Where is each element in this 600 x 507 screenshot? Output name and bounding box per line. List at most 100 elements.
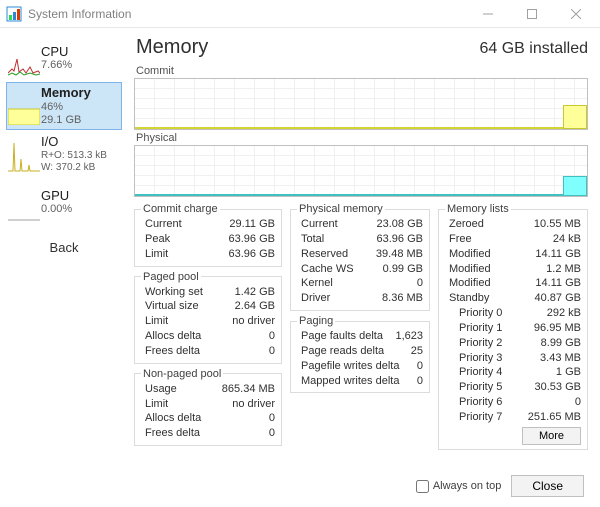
maximize-button[interactable] xyxy=(510,0,554,28)
page-title: Memory xyxy=(136,36,208,59)
stat-key: Total xyxy=(297,232,324,247)
more-button[interactable]: More xyxy=(522,427,581,445)
nonpaged-pool-legend: Non-paged pool xyxy=(141,368,223,380)
stat-value: 865.34 MB xyxy=(222,382,275,397)
stat-row: Kernel 0 xyxy=(297,276,423,291)
stat-value: 0 xyxy=(269,329,275,344)
app-icon xyxy=(6,6,22,22)
stat-row: Modified 14.11 GB xyxy=(445,276,581,291)
stat-row: Driver8.36 MB xyxy=(297,291,423,306)
memory-lists-legend: Memory lists xyxy=(445,203,511,215)
stat-row: Mapped writes delta0 xyxy=(297,374,423,389)
stat-row: Zeroed 10.55 MB xyxy=(445,217,581,232)
window-title: System Information xyxy=(28,7,131,21)
commit-chart xyxy=(134,78,588,130)
stat-row: Priority 0292 kB xyxy=(445,306,581,321)
sidebar-item-gpu[interactable]: GPU 0.00% xyxy=(6,178,122,226)
stat-value: 0 xyxy=(417,276,423,291)
nonpaged-pool-group: Non-paged pool Usage 865.34 MBLimitno dri… xyxy=(134,368,282,446)
stat-value: 0 xyxy=(575,395,581,410)
stat-row: Cache WS0.99 GB xyxy=(297,262,423,277)
stat-key: Working set xyxy=(141,285,203,300)
stat-key: Usage xyxy=(141,382,177,397)
cpu-sparkline-icon xyxy=(7,38,41,78)
stat-row: Peak63.96 GB xyxy=(141,232,275,247)
stat-row: Modified 1.2 MB xyxy=(445,262,581,277)
stat-row: Usage 865.34 MB xyxy=(141,382,275,397)
stat-key: Modified xyxy=(445,276,491,291)
stat-row: Virtual size2.64 GB xyxy=(141,299,275,314)
stat-key: Priority 4 xyxy=(445,365,502,380)
stat-value: 1.42 GB xyxy=(235,285,275,300)
paging-group: Paging Page faults delta1,623Page reads … xyxy=(290,315,430,393)
stat-row: Priority 7251.65 MB xyxy=(445,410,581,425)
stat-key: Page reads delta xyxy=(297,344,384,359)
memory-sparkline-icon xyxy=(7,86,41,126)
stat-row: Pagefile writes delta0 xyxy=(297,359,423,374)
sidebar-item-cpu[interactable]: CPU 7.66% xyxy=(6,34,122,82)
stat-value: 63.96 GB xyxy=(229,247,275,262)
stat-value: 0 xyxy=(417,359,423,374)
paged-pool-legend: Paged pool xyxy=(141,271,201,283)
stat-key: Frees delta xyxy=(141,344,200,359)
stat-value: 0.99 GB xyxy=(383,262,423,277)
stat-value: 24 kB xyxy=(553,232,581,247)
paging-legend: Paging xyxy=(297,315,335,327)
stat-value: 63.96 GB xyxy=(229,232,275,247)
stat-value: 14.11 GB xyxy=(535,276,581,291)
memory-lists-group: Memory lists Zeroed10.55 MBFree24 kBModi… xyxy=(438,203,588,450)
stat-row: Allocs delta0 xyxy=(141,329,275,344)
sidebar-gpu-sub: 0.00% xyxy=(41,203,72,216)
installed-label: 64 GB installed xyxy=(479,40,588,58)
stat-row: Priority 28.99 GB xyxy=(445,336,581,351)
physical-chart xyxy=(134,145,588,197)
sidebar-item-memory[interactable]: Memory 46% 29.1 GB xyxy=(6,82,122,130)
sidebar-memory-sub2: 29.1 GB xyxy=(41,114,91,127)
stat-row: Limitno driver xyxy=(141,314,275,329)
stat-value: no driver xyxy=(232,397,275,412)
sidebar-gpu-title: GPU xyxy=(41,188,72,204)
close-window-button[interactable] xyxy=(554,0,598,28)
stat-key: Current xyxy=(141,217,182,232)
stat-row: Working set 1.42 GB xyxy=(141,285,275,300)
stat-key: Reserved xyxy=(297,247,348,262)
physical-chart-label: Physical xyxy=(136,132,588,144)
sidebar-io-title: I/O xyxy=(41,134,107,150)
minimize-button[interactable] xyxy=(466,0,510,28)
sidebar-item-io[interactable]: I/O R+O: 513.3 kB W: 370.2 kB xyxy=(6,130,122,178)
stat-row: Limitno driver xyxy=(141,397,275,412)
stat-row: Page faults delta1,623 xyxy=(297,329,423,344)
close-button[interactable]: Close xyxy=(511,475,584,497)
always-on-top-wrap[interactable]: Always on top xyxy=(416,480,501,493)
stat-value: 40.87 GB xyxy=(535,291,581,306)
stat-row: Frees delta 0 xyxy=(141,344,275,359)
stat-key: Frees delta xyxy=(141,426,200,441)
back-link[interactable]: Back xyxy=(6,226,122,269)
stat-value: 29.11 GB xyxy=(229,217,275,232)
stat-row: Limit63.96 GB xyxy=(141,247,275,262)
stat-key: Kernel xyxy=(297,276,333,291)
always-on-top-label: Always on top xyxy=(433,480,501,492)
stat-key: Zeroed xyxy=(445,217,484,232)
stat-value: 63.96 GB xyxy=(377,232,423,247)
always-on-top-checkbox[interactable] xyxy=(416,480,429,493)
stat-row: Priority 60 xyxy=(445,395,581,410)
stat-row: Modified14.11 GB xyxy=(445,247,581,262)
stat-value: 14.11 GB xyxy=(535,247,581,262)
stat-key: Modified xyxy=(445,262,491,277)
stat-row: Priority 33.43 MB xyxy=(445,351,581,366)
commit-chart-label: Commit xyxy=(136,65,588,77)
stat-value: 10.55 MB xyxy=(534,217,581,232)
stat-row: Current23.08 GB xyxy=(297,217,423,232)
stat-row: Priority 196.95 MB xyxy=(445,321,581,336)
stat-key: Driver xyxy=(297,291,330,306)
commit-charge-legend: Commit charge xyxy=(141,203,220,215)
stat-value: 30.53 GB xyxy=(535,380,581,395)
stat-value: 0 xyxy=(269,426,275,441)
stat-value: 39.48 MB xyxy=(376,247,423,262)
stat-value: 1.2 MB xyxy=(546,262,581,277)
stat-key: Priority 5 xyxy=(445,380,502,395)
stat-key: Priority 2 xyxy=(445,336,502,351)
stat-value: 0 xyxy=(269,344,275,359)
stat-value: 96.95 MB xyxy=(534,321,581,336)
